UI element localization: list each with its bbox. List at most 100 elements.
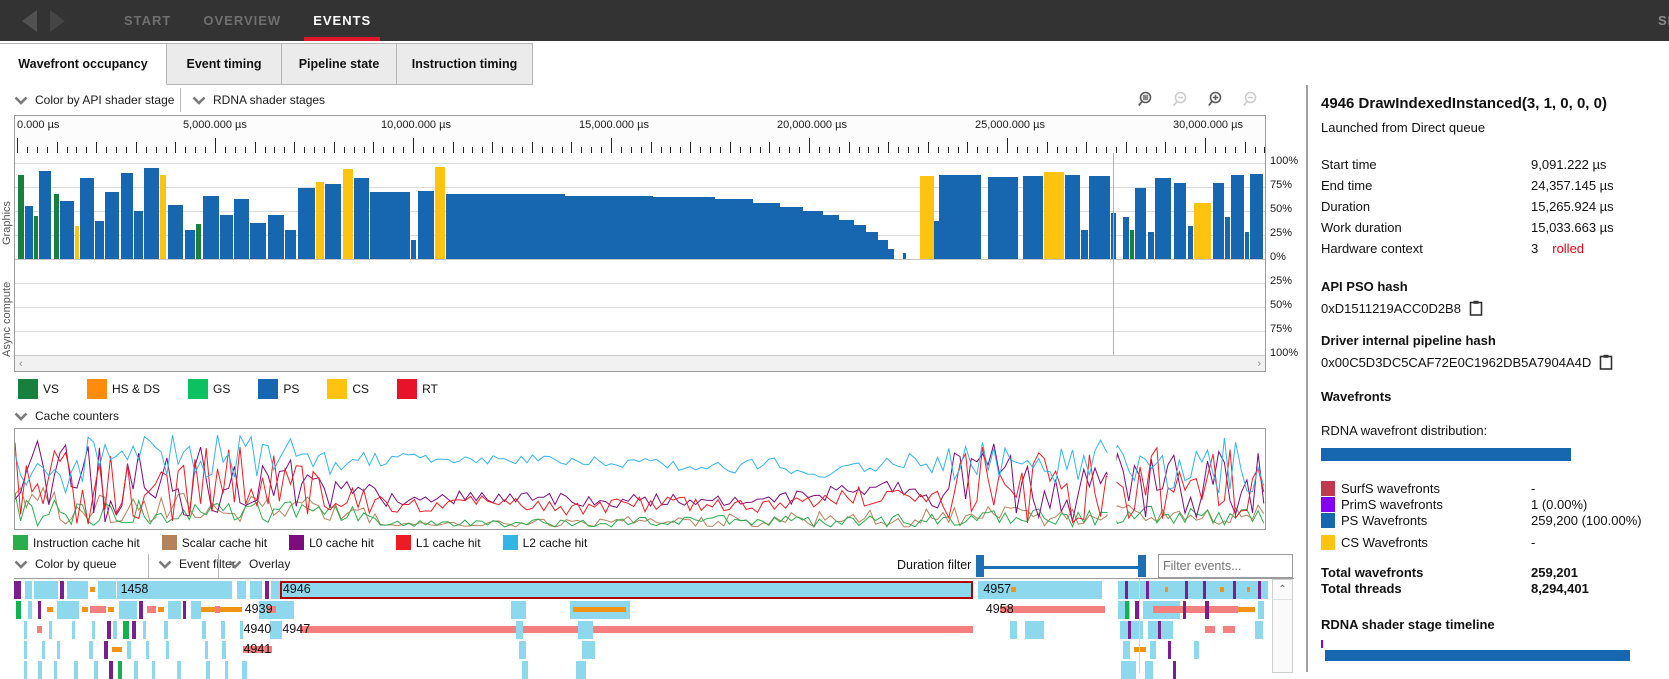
selected-event-bar[interactable] xyxy=(279,581,974,599)
tab-wavefront-occupancy[interactable]: Wavefront occupancy xyxy=(0,43,167,85)
timeline-event-bar[interactable] xyxy=(24,621,28,639)
zoom-out-icon[interactable] xyxy=(1243,91,1260,108)
timeline-event-bar[interactable] xyxy=(521,661,529,679)
timeline-event-bar[interactable] xyxy=(118,661,122,679)
timeline-event-bar[interactable] xyxy=(1125,581,1128,599)
timeline-event-bar[interactable] xyxy=(1246,587,1251,592)
timeline-event-bar[interactable] xyxy=(1127,621,1132,639)
timeline-event-bar[interactable] xyxy=(168,601,181,619)
timeline-event-bar[interactable] xyxy=(25,581,32,599)
timeline-event-bar[interactable] xyxy=(222,641,226,659)
filter-events-input[interactable] xyxy=(1159,559,1328,573)
timeline-event-bar[interactable] xyxy=(46,607,53,612)
timeline-event-bar[interactable] xyxy=(89,641,93,659)
timeline-event-bar[interactable] xyxy=(113,621,117,639)
nav-settings-link[interactable]: SETTINGS xyxy=(1658,0,1669,41)
timeline-event-bar[interactable] xyxy=(510,601,526,619)
timeline-event-bar[interactable] xyxy=(126,641,131,659)
timeline-event-bar[interactable] xyxy=(98,581,116,599)
timeline-event-bar[interactable] xyxy=(27,601,32,619)
timeline-event-bar[interactable] xyxy=(1165,587,1169,592)
tab-instruction-timing[interactable]: Instruction timing xyxy=(397,43,533,85)
timeline-event-bar[interactable] xyxy=(515,621,524,639)
zoom-reset-icon[interactable] xyxy=(1173,91,1190,108)
timeline-event-bar[interactable] xyxy=(145,641,150,659)
timeline-event-bar[interactable] xyxy=(220,621,225,639)
timeline-event-bar[interactable] xyxy=(1152,606,1238,613)
timeline-event-bar[interactable] xyxy=(165,641,169,659)
tab-pipeline-state[interactable]: Pipeline state xyxy=(282,43,397,85)
timeline-event-bar[interactable] xyxy=(56,641,60,659)
timeline-event-bar[interactable] xyxy=(71,621,75,639)
timeline-event-bar[interactable] xyxy=(106,621,111,639)
timeline-event-bar[interactable] xyxy=(1125,601,1129,619)
timeline-event-bar[interactable] xyxy=(74,661,78,679)
cache-counters-header[interactable]: Cache counters xyxy=(14,407,119,425)
timeline-event-bar[interactable] xyxy=(205,661,210,679)
duration-filter-track[interactable] xyxy=(980,566,1142,569)
timeline-event-bar[interactable] xyxy=(158,607,165,612)
timeline-event-bar[interactable] xyxy=(109,661,114,679)
occupancy-horizontal-scrollbar[interactable]: ‹ › xyxy=(15,355,1265,371)
timeline-event-bar[interactable] xyxy=(1146,581,1150,599)
timeline-event-bar[interactable] xyxy=(299,626,974,633)
timeline-event-bar[interactable] xyxy=(269,621,283,639)
timeline-event-bar[interactable] xyxy=(56,601,80,619)
timeline-event-bar[interactable] xyxy=(15,601,21,619)
timeline-event-bar[interactable] xyxy=(190,601,201,619)
duration-filter-max-handle[interactable] xyxy=(1138,555,1146,577)
timeline-event-bar[interactable] xyxy=(224,661,229,679)
timeline-event-bar[interactable] xyxy=(143,621,147,639)
timeline-event-bar[interactable] xyxy=(34,581,58,599)
timeline-event-bar[interactable] xyxy=(123,621,130,639)
duration-filter-min-handle[interactable] xyxy=(976,555,984,577)
scroll-up-icon[interactable]: ⌃ xyxy=(1273,580,1292,600)
event-timeline-scrollbar[interactable]: ⌃ xyxy=(1272,579,1293,673)
timeline-event-bar[interactable] xyxy=(582,641,595,659)
nav-item-start[interactable]: START xyxy=(115,0,180,41)
cache-counters-chart[interactable] xyxy=(14,428,1266,530)
timeline-event-bar[interactable] xyxy=(1257,601,1265,619)
timeline-event-bar[interactable] xyxy=(37,661,42,679)
timeline-event-bar[interactable] xyxy=(14,581,21,599)
nav-back-icon[interactable] xyxy=(22,10,37,32)
wavefront-occupancy-chart[interactable]: 0.000 µs 5,000.000 µs 10,000.000 µs 15,000.… xyxy=(14,115,1266,372)
color-by-api-stage-dropdown[interactable]: Color by API shader stage xyxy=(14,90,174,110)
timeline-event-bar[interactable] xyxy=(1172,661,1177,679)
timeline-event-bar[interactable] xyxy=(1205,626,1216,633)
timeline-event-bar[interactable] xyxy=(1121,661,1137,679)
timeline-event-bar[interactable] xyxy=(37,601,41,619)
timeline-event-bar[interactable] xyxy=(54,661,58,679)
timeline-event-bar[interactable] xyxy=(242,661,248,679)
timeline-event-bar[interactable] xyxy=(1255,621,1263,639)
event-filter-dropdown[interactable]: Event filter xyxy=(158,557,236,571)
timeline-event-bar[interactable] xyxy=(1182,601,1187,619)
copy-clipboard-icon[interactable] xyxy=(1469,300,1483,316)
timeline-event-bar[interactable] xyxy=(1122,641,1131,659)
timeline-event-bar[interactable] xyxy=(134,661,139,679)
timeline-event-bar[interactable] xyxy=(1185,581,1188,599)
timeline-event-bar[interactable] xyxy=(1009,621,1018,639)
timeline-event-bar[interactable] xyxy=(264,581,270,599)
timeline-event-bar[interactable] xyxy=(151,661,156,679)
nav-item-events[interactable]: EVENTS xyxy=(304,0,381,41)
timeline-event-bar[interactable] xyxy=(1145,661,1153,679)
timeline-event-bar[interactable] xyxy=(202,621,206,639)
timeline-event-bar[interactable] xyxy=(139,601,144,619)
timeline-event-bar[interactable] xyxy=(1257,581,1262,599)
timeline-event-bar[interactable] xyxy=(1194,641,1200,659)
occupancy-plot[interactable] xyxy=(15,153,1265,355)
timeline-event-bar[interactable] xyxy=(24,661,28,679)
timeline-event-bar[interactable] xyxy=(90,587,95,592)
timeline-event-bar[interactable] xyxy=(249,581,263,599)
timeline-event-bar[interactable] xyxy=(278,601,294,619)
timeline-event-bar[interactable] xyxy=(131,621,136,639)
zoom-to-selection-icon[interactable] xyxy=(1138,91,1155,108)
nav-forward-icon[interactable] xyxy=(50,10,65,32)
timeline-event-bar[interactable] xyxy=(66,581,88,599)
timeline-event-bar[interactable] xyxy=(1150,641,1157,659)
rdna-shader-stages-dropdown[interactable]: RDNA shader stages xyxy=(192,90,325,110)
timeline-event-bar[interactable] xyxy=(214,606,220,613)
event-timeline[interactable]: 4946 1458 4957 4939 4958 4940 4947 4941 ⌃ xyxy=(14,578,1294,679)
timeline-event-bar[interactable] xyxy=(1010,587,1016,592)
